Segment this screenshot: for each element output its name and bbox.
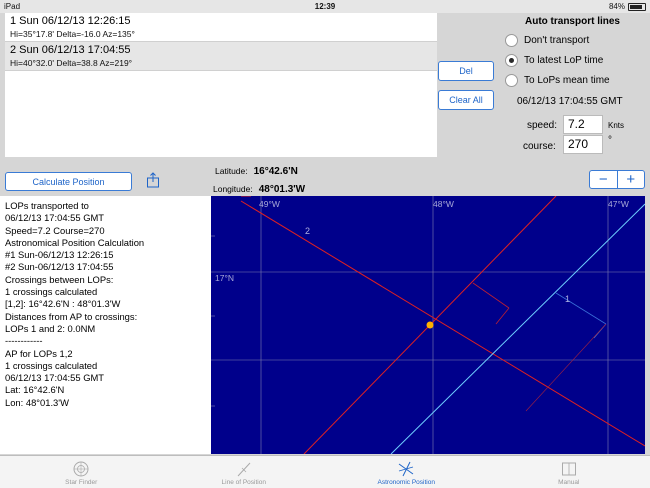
astronomic-position-icon [398, 461, 414, 477]
speed-input[interactable]: 7.2 [563, 115, 603, 134]
lop-title: 1 Sun 06/12/13 12:26:15 [10, 15, 131, 27]
battery-icon [628, 2, 646, 11]
radio-label: To LoPs mean time [524, 75, 610, 86]
tab-star-finder[interactable]: Star Finder [0, 456, 163, 488]
zoom-in-button[interactable]: + [618, 171, 645, 188]
radio-circle-selected[interactable] [505, 54, 518, 67]
course-input[interactable]: 270 [563, 135, 603, 154]
grid-label-lon: 49°W [259, 199, 280, 209]
log-line: Speed=7.2 Course=270 [5, 224, 105, 236]
log-line: Crossings between LOPs: [5, 273, 114, 285]
log-line: LOPs transported to [5, 200, 89, 211]
log-line: AP for LOPs 1,2 [5, 347, 73, 359]
tab-label: Star Finder [65, 479, 98, 486]
speed-unit: Knts [608, 121, 625, 130]
log-line: ------------ [5, 335, 43, 347]
tab-label: Line of Position [221, 479, 266, 486]
azimuth-mark [555, 292, 607, 325]
radio-circle[interactable] [505, 34, 518, 47]
log-line: [1,2]: 16°42.6'N : 48°01.3'W [5, 298, 121, 310]
log-line: LOPs 1 and 2: 0.0NM [5, 322, 96, 334]
auto-transport-title: Auto transport lines [524, 16, 620, 27]
log-line: 06/12/13 17:04:55 GMT [5, 212, 105, 224]
radio-circle[interactable] [505, 74, 518, 87]
lop-2-line [240, 200, 645, 447]
speed-label: speed: [527, 120, 558, 131]
radio-lops-mean-time[interactable]: To LoPs mean time [505, 74, 610, 87]
radio-label: To latest LoP time [524, 55, 604, 66]
radio-latest-lop-time[interactable]: To latest LoP time [505, 54, 603, 67]
log-line: Astronomical Position Calculation [5, 236, 145, 248]
status-bar: iPad 12:39 84% [0, 0, 650, 13]
share-icon[interactable] [146, 172, 160, 188]
longitude-value: 48°01.3'W [258, 184, 306, 195]
latitude-readout: Latitude: 16°42.6'N [215, 166, 298, 177]
log-line: #1 Sun-06/12/13 12:26:15 [5, 249, 114, 261]
longitude-readout: Longitude: 48°01.3'W [213, 184, 305, 195]
clear-all-button[interactable]: Clear All [438, 90, 494, 110]
tab-bar: Star Finder Line of Position Astronomic … [0, 455, 650, 488]
tab-astronomic-position[interactable]: Astronomic Position [325, 456, 488, 488]
log-line: Lat: 16°42.6'N [5, 384, 65, 396]
latitude-label: Latitude: [215, 166, 248, 176]
lop-list[interactable]: 1 Sun 06/12/13 12:26:15 Hi=35°17.8' Delt… [5, 13, 437, 157]
calculation-log: LOPs transported to 06/12/13 17:04:55 GMT… [0, 196, 211, 454]
grid-label-lat: 17°N [215, 273, 234, 283]
lop-list-item-selected[interactable]: 2 Sun 06/12/13 17:04:55 Hi=40°32.0' Delt… [5, 42, 437, 71]
lop-details: Hi=35°17.8' Delta=-16.0 Az=135° [10, 29, 135, 39]
zoom-control[interactable]: − + [589, 170, 645, 189]
log-line: 1 crossings calculated [5, 286, 98, 298]
lop-2-label: 2 [305, 226, 310, 236]
delete-button[interactable]: Del [438, 61, 494, 81]
app-root: iPad 12:39 84% 1 Sun 06/12/13 12:26:15 H… [0, 0, 650, 488]
lop-list-item[interactable]: 1 Sun 06/12/13 12:26:15 Hi=35°17.8' Delt… [5, 13, 437, 42]
clock: 12:39 [314, 2, 336, 11]
log-line: Lon: 48°01.3'W [5, 396, 69, 408]
course-label: course: [523, 141, 556, 152]
grid-label-lon: 48°W [433, 199, 454, 209]
lop-1-label: 1 [565, 294, 570, 304]
log-line: 06/12/13 17:04:55 GMT [5, 372, 105, 384]
lop-details: Hi=40°32.0' Delta=38.8 Az=219° [10, 58, 133, 68]
battery-indicator: 84% [609, 2, 646, 11]
radio-label: Don't transport [524, 35, 590, 46]
log-line: #2 Sun-06/12/13 17:04:55 [5, 261, 114, 273]
azimuth-mark [495, 307, 510, 325]
radio-dont-transport[interactable]: Don't transport [505, 34, 589, 47]
star-finder-icon [73, 461, 89, 477]
zoom-out-button[interactable]: − [590, 171, 618, 188]
manual-book-icon [561, 462, 576, 476]
tab-manual[interactable]: Manual [488, 456, 650, 488]
line-of-position-icon [237, 462, 251, 477]
course-unit: ° [608, 135, 612, 146]
longitude-label: Longitude: [213, 184, 253, 194]
tab-label: Manual [558, 479, 580, 486]
lop-title: 2 Sun 06/12/13 17:04:55 [10, 44, 131, 56]
transport-datetime: 06/12/13 17:04:55 GMT [517, 96, 623, 107]
plotting-chart[interactable]: 49°W 48°W 47°W 17°N 2 1 [211, 196, 645, 454]
tab-line-of-position[interactable]: Line of Position [163, 456, 326, 488]
azimuth-mark [472, 282, 510, 309]
battery-percent: 84% [608, 2, 625, 11]
position-fix-marker[interactable] [426, 321, 434, 329]
chart-svg[interactable]: 49°W 48°W 47°W 17°N 2 1 [211, 196, 645, 454]
grid-label-lon: 47°W [608, 199, 629, 209]
tab-label: Astronomic Position [377, 479, 435, 486]
log-line: 1 crossings calculated [5, 359, 98, 371]
calculate-position-button[interactable]: Calculate Position [5, 172, 132, 191]
lop-1-original-line [390, 203, 645, 454]
log-line: Distances from AP to crossings: [5, 310, 138, 322]
latitude-value: 16°42.6'N [253, 166, 298, 177]
